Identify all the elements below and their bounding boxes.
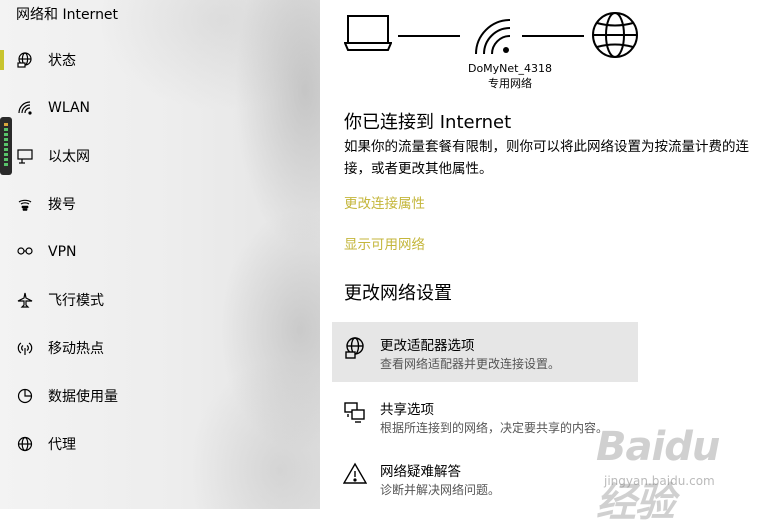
sidebar-item-hotspot[interactable]: 移动热点	[0, 328, 320, 368]
option-title: 更改适配器选项	[380, 338, 475, 354]
sidebar-item-data-usage[interactable]: 数据使用量	[0, 376, 320, 416]
warning-icon	[342, 462, 368, 486]
sharing-icon	[343, 400, 367, 424]
airplane-icon	[16, 291, 34, 309]
ethernet-icon	[16, 147, 34, 165]
data-usage-icon	[16, 387, 34, 405]
connection-description: 如果你的流量套餐有限制，则你可以将此网络设置为按流量计费的连接，或者更改其他属性…	[344, 139, 749, 177]
option-title: 网络疑难解答	[380, 464, 461, 480]
section-heading: 更改网络设置	[344, 283, 452, 304]
sidebar-item-label: 数据使用量	[48, 389, 118, 405]
sidebar-item-label: 代理	[48, 437, 76, 453]
option-subtitle: 根据所连接到的网络，决定要共享的内容。	[380, 421, 609, 435]
sidebar-item-label: WLAN	[48, 100, 91, 116]
connection-line	[398, 35, 460, 37]
adapter-icon	[343, 336, 367, 360]
watermark-url: jingyan.baidu.com	[604, 474, 715, 488]
sidebar-item-label: VPN	[48, 244, 77, 260]
baidu-watermark: Baidu 经验 jingyan.baidu.com	[590, 420, 760, 526]
option-subtitle: 诊断并解决网络问题。	[380, 483, 501, 497]
laptop-icon	[343, 14, 393, 58]
option-title: 共享选项	[380, 402, 434, 418]
sidebar-item-ethernet[interactable]: 以太网	[0, 136, 320, 176]
wifi-icon	[16, 99, 34, 117]
sidebar-title: 网络和 Internet	[16, 7, 119, 23]
sidebar-item-status[interactable]: 状态	[0, 40, 320, 80]
vpn-icon	[16, 243, 34, 261]
sidebar-item-label: 状态	[48, 53, 76, 69]
hotspot-icon	[16, 339, 34, 357]
sidebar-item-label: 飞行模式	[48, 293, 104, 309]
sidebar-item-wlan[interactable]: WLAN	[0, 88, 320, 128]
connection-status-heading: 你已连接到 Internet	[344, 112, 512, 133]
network-name: DoMyNet_4318	[467, 62, 552, 75]
sidebar-item-dialup[interactable]: 拨号	[0, 184, 320, 224]
change-connection-properties-link[interactable]: 更改连接属性	[344, 192, 425, 212]
wifi-signal-icon	[470, 14, 514, 60]
status-globe-icon	[16, 51, 34, 69]
change-adapter-options-button[interactable]: 更改适配器选项 查看网络适配器并更改连接设置。	[332, 322, 638, 382]
sidebar-item-vpn[interactable]: VPN	[0, 232, 320, 272]
dialup-icon	[16, 195, 34, 213]
connection-line	[522, 35, 584, 37]
sidebar: 网络和 Internet 状态 WLAN 以太网 拨号 VPN 飞行模式 移动热…	[0, 0, 320, 509]
show-available-networks-link[interactable]: 显示可用网络	[344, 233, 425, 253]
sidebar-item-label: 以太网	[48, 149, 90, 165]
network-type: 专用网络	[488, 77, 532, 90]
proxy-globe-icon	[16, 435, 34, 453]
option-subtitle: 查看网络适配器并更改连接设置。	[380, 357, 561, 371]
sidebar-item-label: 移动热点	[48, 341, 104, 357]
volume-meter-widget	[0, 117, 12, 175]
sidebar-item-label: 拨号	[48, 197, 76, 213]
sidebar-item-proxy[interactable]: 代理	[0, 424, 320, 464]
internet-globe-icon	[590, 10, 640, 64]
sidebar-item-airplane-mode[interactable]: 飞行模式	[0, 280, 320, 320]
